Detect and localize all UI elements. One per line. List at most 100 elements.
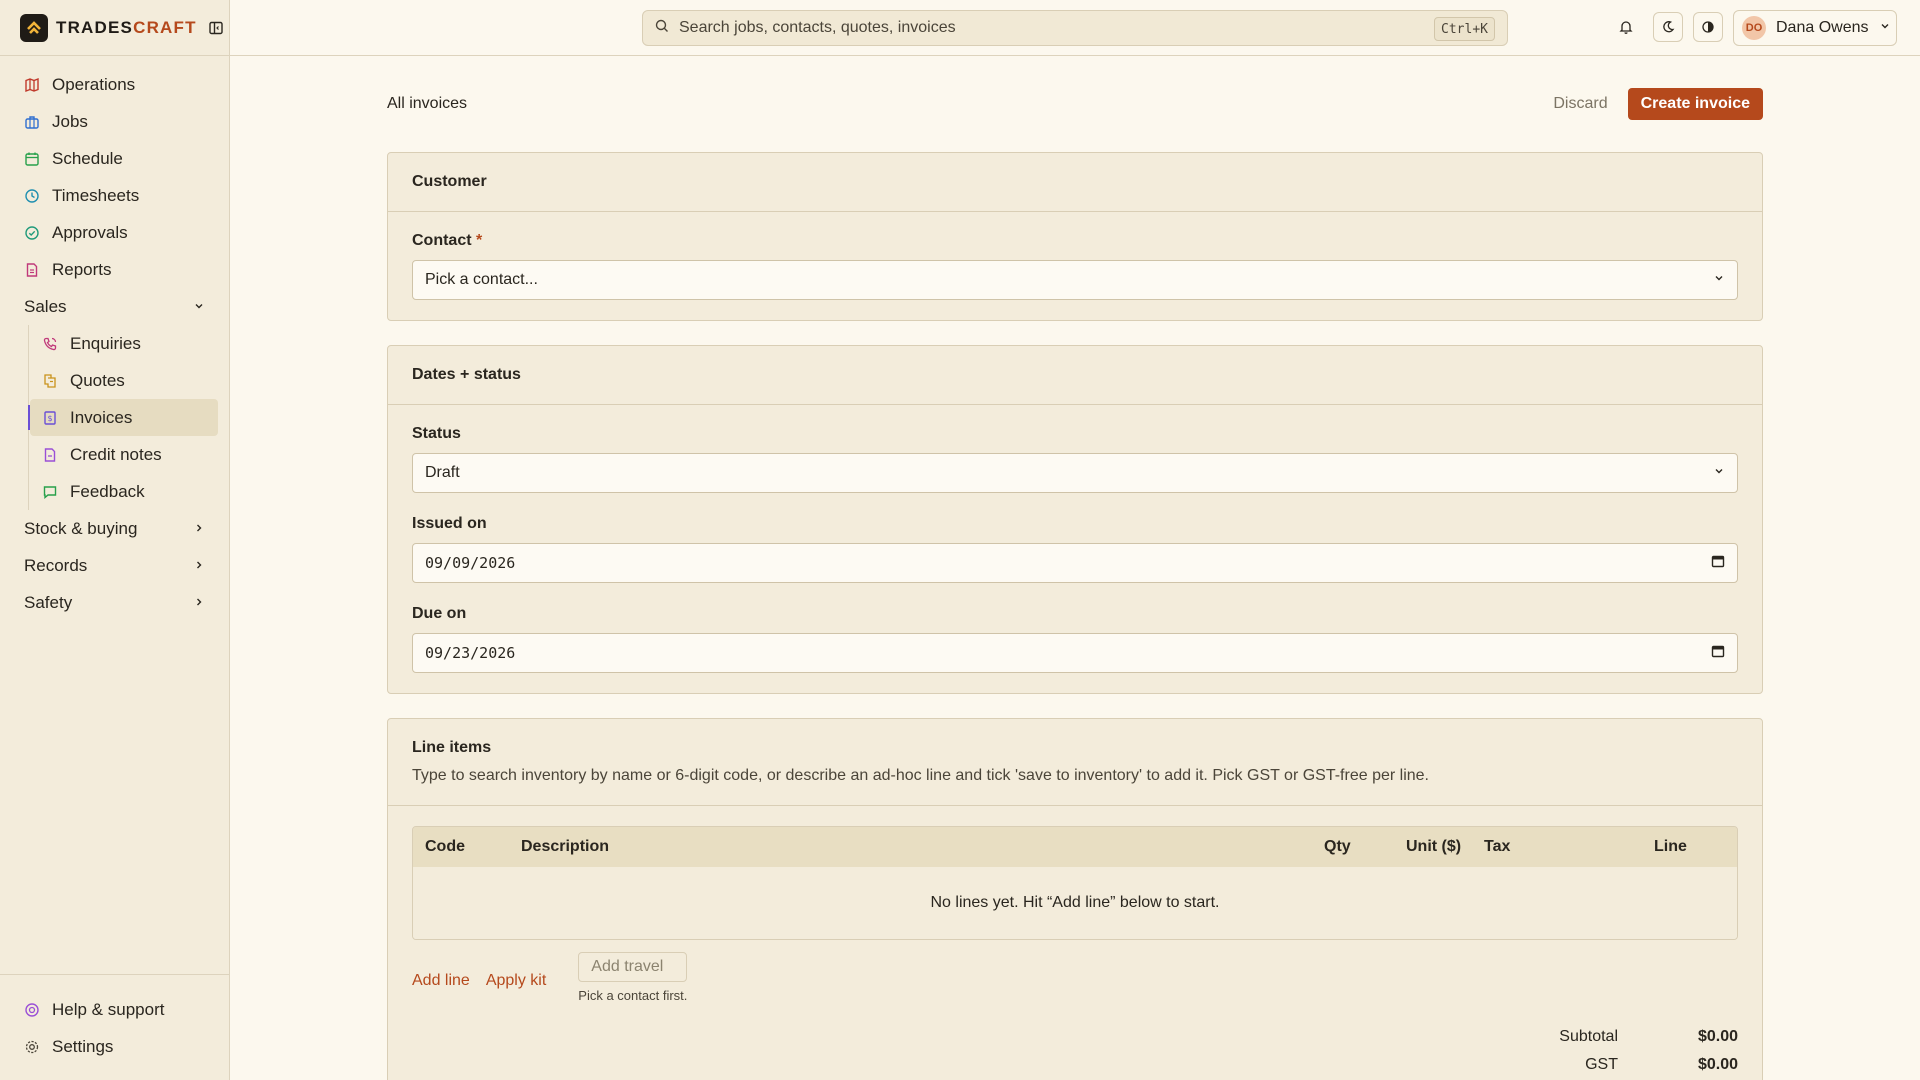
- sidebar-item-label: Operations: [52, 74, 136, 94]
- sidebar-item-schedule[interactable]: Schedule: [0, 140, 229, 177]
- sidebar-group-sales[interactable]: Sales: [0, 288, 229, 325]
- due-on-label: Due on: [412, 605, 467, 622]
- svg-text:$: $: [47, 414, 52, 423]
- status-label: Status: [412, 425, 461, 442]
- sidebar-item-invoices[interactable]: $ Invoices: [28, 399, 218, 436]
- column-line: Line: [1654, 838, 1687, 855]
- sidebar-group-label: Stock & buying: [24, 518, 138, 538]
- bell-icon[interactable]: [1611, 12, 1641, 42]
- issued-on-date-input[interactable]: 09/09/2026: [412, 543, 1738, 583]
- page-header: All invoices Discard Create invoice: [387, 56, 1763, 152]
- required-mark: *: [476, 232, 483, 249]
- add-travel-group: Add travel Pick a contact first.: [578, 952, 688, 1003]
- create-invoice-button[interactable]: Create invoice: [1627, 88, 1763, 120]
- main-content: All invoices Discard Create invoice Cust…: [387, 56, 1763, 1080]
- gst-row: GST $0.00: [412, 1051, 1738, 1079]
- sidebar-item-label: Enquiries: [70, 333, 141, 353]
- chevron-down-icon: [193, 297, 205, 317]
- sidebar-item-label: Help & support: [52, 999, 165, 1019]
- sidebar-item-enquiries[interactable]: Enquiries: [30, 325, 218, 362]
- discard-button[interactable]: Discard: [1553, 95, 1607, 113]
- sidebar-group-safety[interactable]: Safety: [0, 584, 229, 621]
- sidebar-item-label: Reports: [52, 259, 112, 279]
- line-actions: Add line Apply kit Add travel Pick a con…: [412, 952, 1738, 1003]
- column-description: Description: [521, 838, 610, 855]
- brand-name: TRADESCRAFT: [56, 17, 197, 37]
- card-title: Dates + status: [412, 366, 521, 383]
- sidebar-item-quotes[interactable]: Quotes: [30, 362, 218, 399]
- quote-icon: [42, 373, 58, 389]
- collapse-sidebar-icon[interactable]: [207, 19, 225, 37]
- gst-value: $0.00: [1697, 1056, 1738, 1073]
- sidebar-item-settings[interactable]: Settings: [0, 1028, 229, 1065]
- calendar-icon[interactable]: [1711, 644, 1725, 662]
- card-header: Line items Type to search inventory by n…: [388, 719, 1762, 806]
- sidebar-group-label: Safety: [24, 592, 73, 612]
- card-header: Dates + status: [388, 346, 1762, 405]
- status-select-value: Draft: [425, 464, 460, 481]
- search-shortcut: Ctrl+K: [1434, 17, 1495, 41]
- sidebar-item-feedback[interactable]: Feedback: [30, 473, 218, 510]
- calendar-icon[interactable]: [1711, 554, 1725, 572]
- help-icon: [24, 1002, 40, 1018]
- add-line-button[interactable]: Add line: [412, 972, 470, 990]
- sidebar-item-timesheets[interactable]: Timesheets: [0, 177, 229, 214]
- search-placeholder: Search jobs, contacts, quotes, invoices: [679, 19, 956, 36]
- sidebar-group-label: Records: [24, 555, 88, 575]
- header-actions: Discard Create invoice: [1553, 88, 1763, 120]
- sidebar-item-help[interactable]: Help & support: [0, 991, 229, 1028]
- sidebar-item-operations[interactable]: Operations: [0, 66, 229, 103]
- line-items-card: Line items Type to search inventory by n…: [387, 718, 1763, 1080]
- sidebar-item-reports[interactable]: Reports: [0, 251, 229, 288]
- user-name: Dana Owens: [1776, 19, 1869, 36]
- user-menu-button[interactable]: DO Dana Owens: [1733, 10, 1897, 46]
- sidebar-item-jobs[interactable]: Jobs: [0, 103, 229, 140]
- issued-on-value: 09/09/2026: [425, 554, 516, 572]
- contrast-icon[interactable]: [1693, 12, 1723, 42]
- due-on-date-input[interactable]: 09/23/2026: [412, 633, 1738, 673]
- topbar: Search jobs, contacts, quotes, invoices …: [230, 0, 1920, 56]
- chevron-right-icon: [193, 519, 205, 539]
- card-body: Status Draft Issued on 09/09/2026 Due on…: [388, 405, 1762, 693]
- sidebar-item-approvals[interactable]: Approvals: [0, 214, 229, 251]
- contact-label: Contact *: [412, 232, 483, 249]
- contact-select[interactable]: Pick a contact...: [412, 260, 1738, 300]
- moon-icon[interactable]: [1653, 12, 1683, 42]
- chevron-right-icon: [193, 556, 205, 576]
- column-tax: Tax: [1484, 838, 1511, 855]
- gear-icon: [24, 1039, 40, 1055]
- chat-icon: [42, 484, 58, 500]
- sidebar-item-label: Jobs: [52, 111, 88, 131]
- dates-status-card: Dates + status Status Draft Issued on 09…: [387, 345, 1763, 694]
- apply-kit-button[interactable]: Apply kit: [486, 972, 546, 990]
- report-icon: [24, 262, 40, 278]
- card-title: Line items: [412, 739, 492, 756]
- column-code: Code: [425, 838, 465, 855]
- brand: TRADESCRAFT: [0, 0, 229, 56]
- search-input[interactable]: Search jobs, contacts, quotes, invoices …: [642, 10, 1508, 46]
- subtotal-value: $0.00: [1697, 1028, 1738, 1045]
- brand-logo: [20, 13, 48, 42]
- sidebar-item-label: Approvals: [52, 222, 128, 242]
- chevron-right-icon: [193, 593, 205, 613]
- clock-icon: [24, 188, 40, 204]
- gst-label: GST: [1585, 1056, 1618, 1073]
- chevron-down-icon: [1713, 464, 1725, 482]
- due-on-value: 09/23/2026: [425, 644, 516, 662]
- sidebar-item-label: Invoices: [70, 407, 133, 427]
- search-icon: [655, 19, 669, 38]
- sidebar-group-records[interactable]: Records: [0, 547, 229, 584]
- sidebar-item-credit-notes[interactable]: Credit notes: [30, 436, 218, 473]
- card-body: Contact * Pick a contact...: [388, 212, 1762, 320]
- issued-on-label: Issued on: [412, 515, 487, 532]
- sidebar-item-label: Schedule: [52, 148, 123, 168]
- sidebar-group-stock-buying[interactable]: Stock & buying: [0, 510, 229, 547]
- empty-state: No lines yet. Hit “Add line” below to st…: [413, 867, 1737, 939]
- status-select[interactable]: Draft: [412, 453, 1738, 493]
- add-travel-button[interactable]: Add travel: [578, 952, 688, 982]
- line-items-table: Code Description Qty Unit ($) Tax Line N…: [412, 826, 1738, 940]
- calendar-icon: [24, 151, 40, 167]
- check-circle-icon: [24, 225, 40, 241]
- breadcrumb-all-invoices[interactable]: All invoices: [387, 95, 467, 113]
- customer-card: Customer Contact * Pick a contact...: [387, 152, 1763, 321]
